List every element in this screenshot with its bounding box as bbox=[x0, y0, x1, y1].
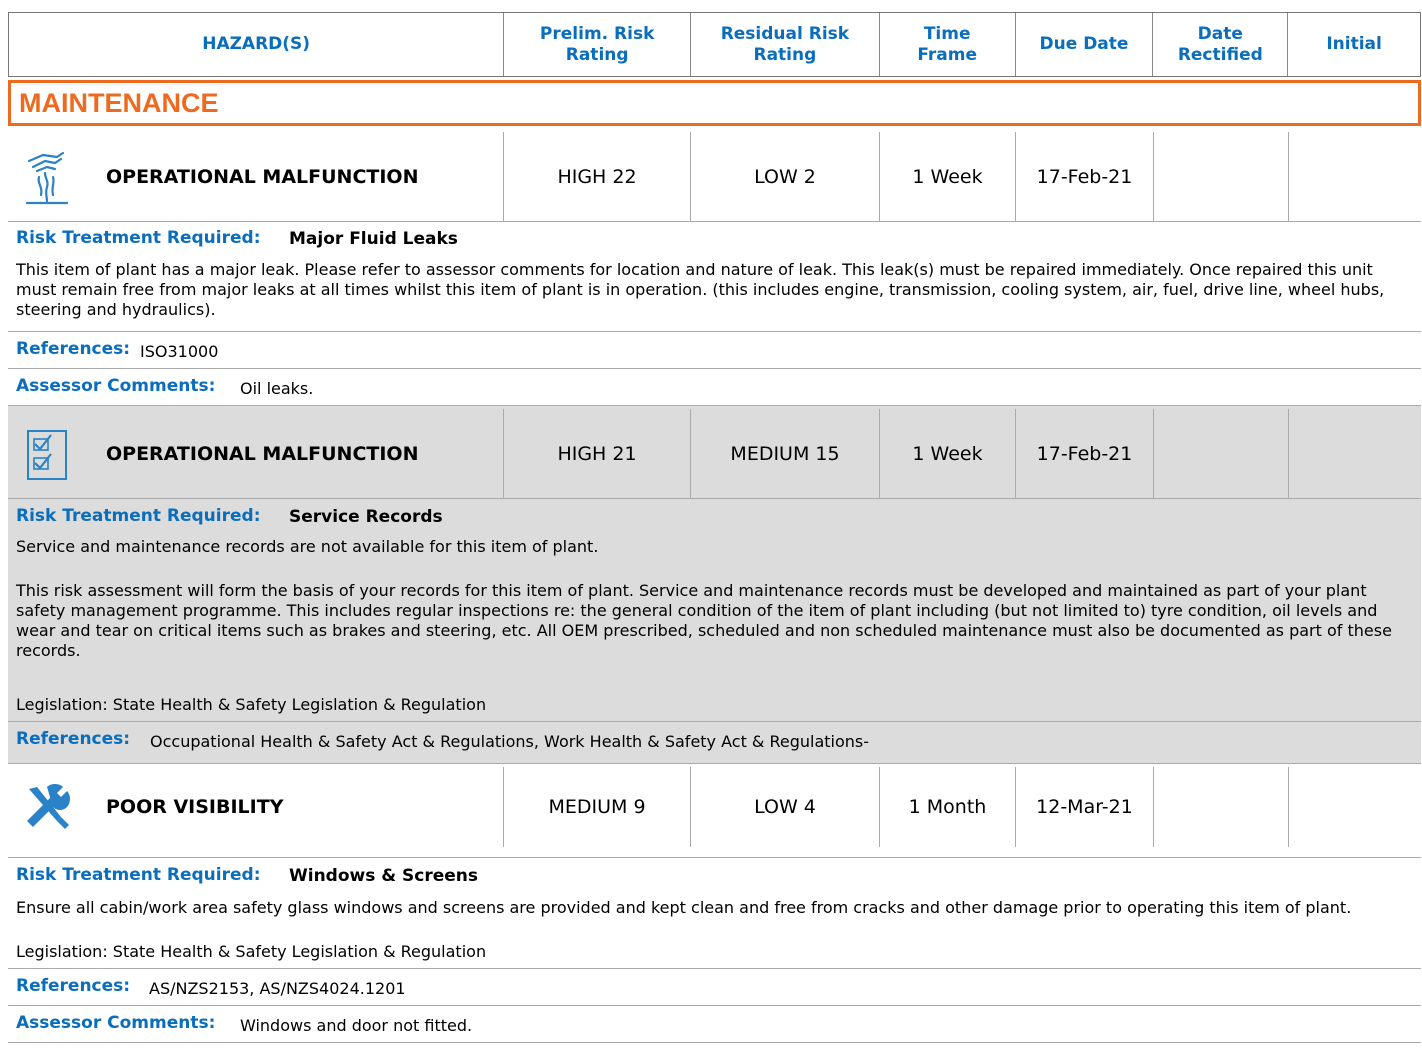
divider bbox=[8, 857, 1421, 858]
section-title-text: MAINTENANCE bbox=[19, 87, 219, 118]
legislation: Legislation: State Health & Safety Legis… bbox=[16, 942, 487, 961]
references-value: ISO31000 bbox=[140, 342, 219, 361]
divider bbox=[8, 221, 1421, 222]
references-row: References: Occupational Health & Safety… bbox=[8, 729, 1421, 751]
col-initial: Initial bbox=[1287, 13, 1420, 76]
col-prelim-label-2: Rating bbox=[565, 44, 629, 65]
col-time-frame: Time Frame bbox=[878, 13, 1015, 76]
assessor-comments-label: Assessor Comments: bbox=[16, 1013, 216, 1033]
col-time-label-1: Time bbox=[923, 23, 971, 44]
assessor-comments-label: Assessor Comments: bbox=[16, 376, 216, 396]
references-row: References: AS/NZS2153, AS/NZS4024.1201 bbox=[8, 976, 1421, 998]
references-label: References: bbox=[16, 729, 131, 749]
risk-treatment-value: Major Fluid Leaks bbox=[289, 229, 458, 249]
hazard-row-2: OPERATIONAL MALFUNCTION HIGH 21 MEDIUM 1… bbox=[8, 409, 1421, 498]
hazard-row-1: OPERATIONAL MALFUNCTION HIGH 22 LOW 2 1 … bbox=[8, 132, 1421, 221]
risk-treatment-label: Risk Treatment Required: bbox=[16, 228, 261, 248]
risk-treatment-value: Windows & Screens bbox=[289, 866, 479, 886]
col-prelim-rating: Prelim. Risk Rating bbox=[503, 13, 690, 76]
treatment-description: This risk assessment will form the basis… bbox=[16, 581, 1392, 660]
legislation: Legislation: State Health & Safety Legis… bbox=[16, 695, 487, 714]
divider bbox=[8, 968, 1421, 969]
divider bbox=[8, 1042, 1421, 1043]
col-rectified-label-2: Rectified bbox=[1177, 44, 1263, 65]
time-frame: 1 Week bbox=[879, 409, 1015, 498]
leak-icon bbox=[8, 145, 86, 209]
col-hazards-label: HAZARD(S) bbox=[202, 34, 311, 54]
hazard-row-3: POOR VISIBILITY MEDIUM 9 LOW 4 1 Month 1… bbox=[8, 767, 1421, 847]
risk-treatment-value: Service Records bbox=[289, 507, 443, 527]
hazard-title: POOR VISIBILITY bbox=[106, 796, 284, 818]
assessor-comments-value: Oil leaks. bbox=[240, 379, 314, 398]
initial bbox=[1288, 767, 1421, 847]
assessor-comments-value: Windows and door not fitted. bbox=[240, 1016, 473, 1035]
divider bbox=[8, 405, 1421, 406]
prelim-rating: HIGH 22 bbox=[503, 132, 690, 221]
prelim-rating: MEDIUM 9 bbox=[503, 767, 690, 847]
col-initial-label: Initial bbox=[1326, 34, 1382, 54]
section-title: MAINTENANCE bbox=[8, 80, 1421, 126]
due-date: 12-Mar-21 bbox=[1015, 767, 1153, 847]
references-label: References: bbox=[16, 339, 131, 359]
col-due-label: Due Date bbox=[1039, 34, 1129, 54]
table-header: HAZARD(S) Prelim. Risk Rating Residual Ri… bbox=[8, 12, 1421, 77]
assessor-comments-row: Assessor Comments: Oil leaks. bbox=[8, 376, 1421, 398]
col-rectified-label-1: Date bbox=[1197, 23, 1243, 44]
due-date: 17-Feb-21 bbox=[1015, 409, 1153, 498]
divider bbox=[8, 1005, 1421, 1006]
prelim-rating: HIGH 21 bbox=[503, 409, 690, 498]
initial bbox=[1288, 409, 1421, 498]
references-label: References: bbox=[16, 976, 131, 996]
hazard-title: OPERATIONAL MALFUNCTION bbox=[106, 442, 419, 465]
divider bbox=[8, 368, 1421, 369]
treatment-description: Ensure all cabin/work area safety glass … bbox=[16, 898, 1352, 917]
assessor-comments-row: Assessor Comments: Windows and door not … bbox=[8, 1013, 1421, 1035]
divider bbox=[8, 721, 1421, 722]
initial bbox=[1288, 132, 1421, 221]
tools-icon bbox=[8, 775, 86, 839]
col-date-rectified: Date Rectified bbox=[1152, 13, 1287, 76]
hazard-title: OPERATIONAL MALFUNCTION bbox=[106, 165, 419, 188]
col-due-date: Due Date bbox=[1014, 13, 1153, 76]
col-residual-label-1: Residual Risk bbox=[720, 23, 850, 44]
time-frame: 1 Week bbox=[879, 132, 1015, 221]
date-rectified bbox=[1153, 132, 1288, 221]
due-date: 17-Feb-21 bbox=[1015, 132, 1153, 221]
divider bbox=[8, 763, 1421, 764]
col-residual-rating: Residual Risk Rating bbox=[690, 13, 879, 76]
risk-treatment-row: Risk Treatment Required: Windows & Scree… bbox=[8, 865, 1421, 887]
references-value: AS/NZS2153, AS/NZS4024.1201 bbox=[149, 979, 406, 998]
risk-treatment-label: Risk Treatment Required: bbox=[16, 865, 261, 885]
residual-rating: LOW 2 bbox=[690, 132, 879, 221]
treatment-summary: Service and maintenance records are not … bbox=[16, 537, 599, 556]
checklist-icon bbox=[8, 422, 86, 486]
col-hazards: HAZARD(S) bbox=[9, 13, 503, 76]
references-value: Occupational Health & Safety Act & Regul… bbox=[150, 732, 870, 751]
residual-rating: MEDIUM 15 bbox=[690, 409, 879, 498]
risk-treatment-label: Risk Treatment Required: bbox=[16, 506, 261, 526]
risk-treatment-row: Risk Treatment Required: Service Records bbox=[8, 506, 1421, 528]
residual-rating: LOW 4 bbox=[690, 767, 879, 847]
treatment-description: This item of plant has a major leak. Ple… bbox=[16, 260, 1385, 319]
risk-treatment-row: Risk Treatment Required: Major Fluid Lea… bbox=[8, 228, 1421, 250]
time-frame: 1 Month bbox=[879, 767, 1015, 847]
divider bbox=[8, 331, 1421, 332]
col-residual-label-2: Rating bbox=[753, 44, 817, 65]
col-prelim-label-1: Prelim. Risk bbox=[539, 23, 655, 44]
hazard-cell: OPERATIONAL MALFUNCTION bbox=[8, 132, 503, 221]
divider bbox=[8, 498, 1421, 499]
col-time-label-2: Frame bbox=[917, 44, 977, 65]
date-rectified bbox=[1153, 409, 1288, 498]
references-row: References: ISO31000 bbox=[8, 339, 1421, 361]
hazard-cell: OPERATIONAL MALFUNCTION bbox=[8, 409, 503, 498]
hazard-cell: POOR VISIBILITY bbox=[8, 767, 503, 847]
date-rectified bbox=[1153, 767, 1288, 847]
